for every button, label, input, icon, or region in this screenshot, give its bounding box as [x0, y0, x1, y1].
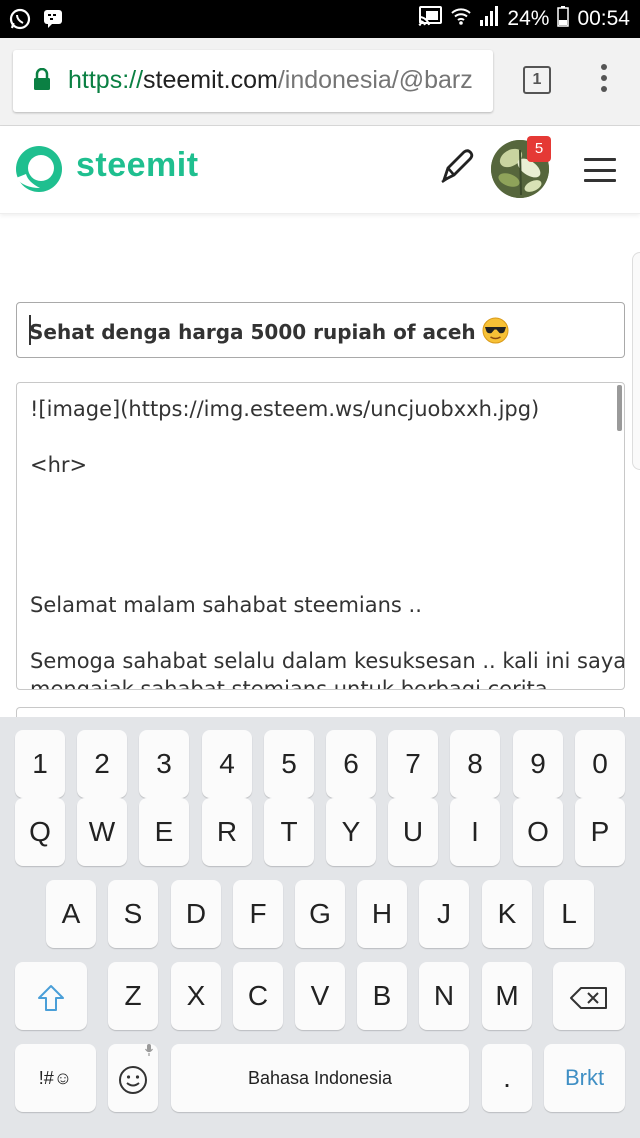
key-q[interactable]: Q [15, 798, 65, 866]
key-n[interactable]: N [419, 962, 469, 1030]
steemit-logo-text[interactable]: steemit [76, 146, 199, 185]
key-r[interactable]: R [202, 798, 252, 866]
key-0[interactable]: 0 [575, 730, 625, 798]
key-y[interactable]: Y [326, 798, 376, 866]
space-key[interactable]: Bahasa Indonesia [171, 1044, 469, 1112]
wifi-icon [451, 5, 472, 33]
key-u[interactable]: U [388, 798, 438, 866]
key-o[interactable]: O [513, 798, 563, 866]
overflow-menu-icon[interactable] [598, 64, 610, 98]
backspace-key[interactable] [553, 962, 625, 1030]
key-3[interactable]: 3 [139, 730, 189, 798]
smiley-icon [117, 1062, 149, 1094]
enter-key[interactable]: Brkt [544, 1044, 625, 1112]
body-line: Semoga sahabat selalu dalam kesuksesan .… [30, 649, 625, 673]
shift-key[interactable] [15, 962, 87, 1030]
key-j[interactable]: J [419, 880, 469, 948]
key-s[interactable]: S [108, 880, 158, 948]
key-k[interactable]: K [482, 880, 532, 948]
body-line: <hr> [30, 453, 88, 477]
mic-icon [144, 1042, 154, 1057]
key-z[interactable]: Z [108, 962, 158, 1030]
textarea-scrollbar[interactable] [617, 385, 622, 431]
hamburger-menu-icon[interactable] [584, 158, 616, 182]
browser-toolbar: https://steemit.com/indonesia/@barz 1 [0, 38, 640, 126]
key-h[interactable]: H [357, 880, 407, 948]
url-path: /indonesia/@barz [277, 66, 473, 94]
url-host: steemit.com [143, 66, 278, 94]
page-scroll-indicator [632, 252, 640, 470]
soft-keyboard: 1 2 3 4 5 6 7 8 9 0 Q W E R T Y U I O P … [0, 717, 640, 1138]
key-w[interactable]: W [77, 798, 127, 866]
symbols-key[interactable]: !#☺ [15, 1044, 96, 1112]
key-5[interactable]: 5 [264, 730, 314, 798]
key-l[interactable]: L [544, 880, 594, 948]
key-9[interactable]: 9 [513, 730, 563, 798]
whatsapp-icon [8, 7, 32, 35]
key-8[interactable]: 8 [450, 730, 500, 798]
key-b[interactable]: B [357, 962, 407, 1030]
battery-percent: 24% [507, 7, 550, 30]
period-key[interactable]: . [482, 1044, 532, 1112]
key-t[interactable]: T [264, 798, 314, 866]
tab-switcher-button[interactable]: 1 [523, 66, 551, 94]
key-e[interactable]: E [139, 798, 189, 866]
key-p[interactable]: P [575, 798, 625, 866]
key-v[interactable]: V [295, 962, 345, 1030]
post-title-value: Sehat denga harga 5000 rupiah of aceh [29, 317, 509, 344]
key-c[interactable]: C [233, 962, 283, 1030]
key-a[interactable]: A [46, 880, 96, 948]
key-6[interactable]: 6 [326, 730, 376, 798]
status-bar: 24% 00:54 [0, 0, 640, 38]
emoji-key[interactable] [108, 1042, 158, 1112]
sunglasses-emoji-icon [482, 317, 509, 344]
backspace-icon [569, 980, 609, 1011]
key-i[interactable]: I [450, 798, 500, 866]
write-post-icon[interactable] [438, 146, 474, 186]
body-line: ![image](https://img.esteem.ws/uncjuobxx… [30, 397, 540, 421]
key-2[interactable]: 2 [77, 730, 127, 798]
battery-icon [557, 5, 570, 33]
key-1[interactable]: 1 [15, 730, 65, 798]
url-text: https://steemit.com/indonesia/@barz [68, 66, 473, 95]
steemit-logo-icon[interactable] [14, 144, 64, 194]
key-m[interactable]: M [482, 962, 532, 1030]
key-f[interactable]: F [233, 880, 283, 948]
lock-icon [33, 67, 51, 90]
key-g[interactable]: G [295, 880, 345, 948]
address-bar[interactable]: https://steemit.com/indonesia/@barz [13, 50, 493, 112]
bbm-icon [42, 7, 64, 35]
key-d[interactable]: D [171, 880, 221, 948]
key-7[interactable]: 7 [388, 730, 438, 798]
post-body-textarea[interactable]: ![image](https://img.esteem.ws/uncjuobxx… [16, 382, 625, 690]
clock: 00:54 [577, 7, 630, 30]
cast-icon [417, 5, 443, 33]
post-title-input[interactable]: Sehat denga harga 5000 rupiah of aceh [16, 302, 625, 358]
shift-arrow-icon [36, 980, 66, 1011]
key-4[interactable]: 4 [202, 730, 252, 798]
url-scheme: https:// [68, 66, 144, 94]
notification-badge: 5 [527, 136, 551, 162]
key-x[interactable]: X [171, 962, 221, 1030]
body-line: Selamat malam sahabat steemians .. [30, 593, 422, 617]
body-line: mengajak sahabat stemians untuk berbagi … [30, 677, 548, 690]
signal-icon [479, 5, 499, 33]
